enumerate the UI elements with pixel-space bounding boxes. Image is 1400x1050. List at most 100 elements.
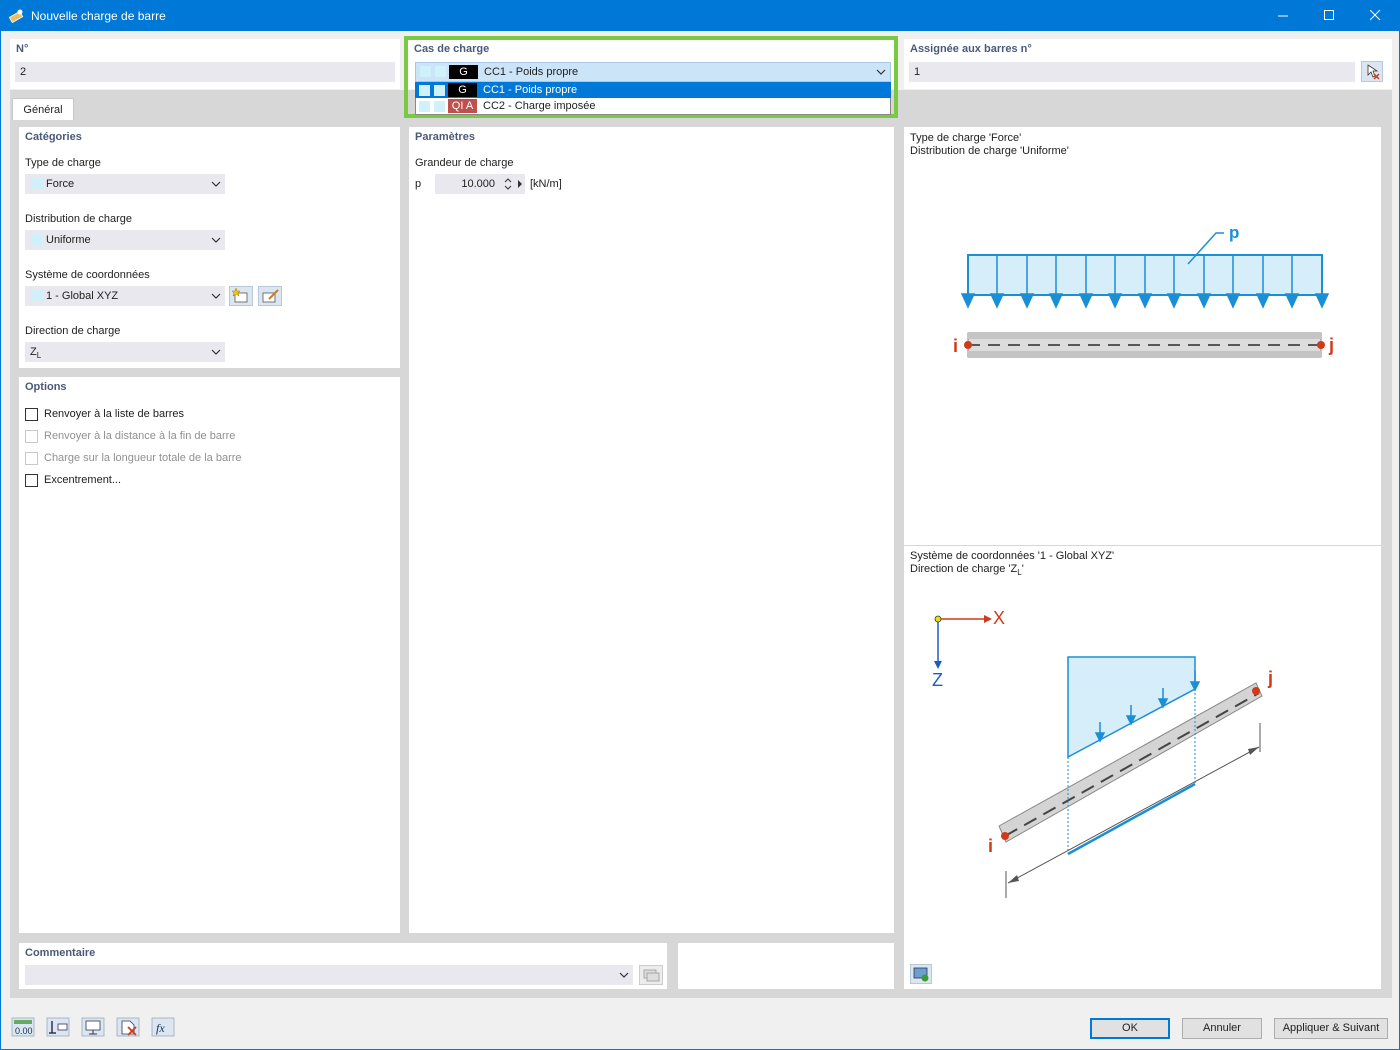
comment-library-button[interactable] (639, 965, 663, 985)
comment-label: Commentaire (25, 947, 96, 959)
svg-text:fx: fx (156, 1021, 165, 1035)
load-type-swatch (31, 178, 43, 190)
units-button[interactable]: 0.00 (11, 1017, 35, 1037)
option-badge: G (448, 83, 477, 97)
option-swatch (434, 85, 445, 96)
load-case-option-cc2[interactable]: QI A CC2 - Charge imposée (415, 98, 891, 114)
title-bar: Nouvelle charge de barre (1, 0, 1399, 31)
edit-coord-system-button[interactable] (258, 286, 282, 306)
load-value: 10.000 (461, 178, 495, 190)
ok-button[interactable]: OK (1090, 1018, 1170, 1039)
direction-label: Direction de charge (25, 325, 121, 337)
option-swatch (434, 101, 445, 112)
preview-load-panel: Type de charge 'Force' Distribution de c… (904, 127, 1381, 545)
delete-button[interactable] (116, 1017, 140, 1037)
model-data-button[interactable] (46, 1017, 70, 1037)
node-j-label: j (1329, 335, 1335, 355)
node-i-label-3d: i (988, 836, 994, 856)
chevron-down-icon (619, 972, 629, 978)
dialog-window: Nouvelle charge de barre N° 2 Cas de cha… (1, 0, 1399, 1049)
cancel-button[interactable]: Annuler (1182, 1018, 1262, 1039)
coord-system-select[interactable]: 1 - Global XYZ (25, 286, 225, 306)
minimize-icon (1277, 15, 1288, 17)
load-case-value: CC1 - Poids propre (484, 66, 579, 78)
pick-members-button[interactable] (1361, 61, 1383, 82)
z-axis-label: Z (932, 670, 943, 690)
load-unit: [kN/m] (530, 178, 562, 190)
p-label: p (1229, 223, 1240, 242)
svg-text:0.00: 0.00 (15, 1026, 33, 1036)
direction-value-sub: L (36, 351, 42, 361)
empty-panel (678, 943, 894, 989)
assigned-panel: Assignée aux barres n° 1 (904, 39, 1392, 89)
view-icon (81, 1017, 105, 1037)
chevron-down-icon (211, 349, 221, 355)
parameters-panel: Paramètres Grandeur de charge p 10.000 [… (409, 127, 894, 933)
spinner-icon[interactable] (504, 177, 512, 191)
distribution-value: Uniforme (46, 234, 91, 246)
option-swatch (419, 101, 430, 112)
preview-settings-icon (913, 967, 929, 982)
formula-button[interactable]: fx (151, 1017, 175, 1037)
chevron-down-icon (211, 237, 221, 243)
number-label: N° (16, 43, 29, 55)
return-to-end-distance-checkbox[interactable] (25, 430, 38, 443)
new-coord-system-button[interactable] (229, 286, 253, 306)
chevron-down-icon (876, 69, 886, 75)
close-button[interactable] (1352, 0, 1398, 31)
option-label: CC1 - Poids propre (483, 84, 578, 96)
maximize-icon (1323, 10, 1334, 20)
preview-coord-panel: Système de coordonnées '1 - Global XYZ' … (904, 546, 1381, 989)
distribution-label: Distribution de charge (25, 213, 133, 225)
eccentricity-checkbox[interactable] (25, 474, 38, 487)
load-case-option-cc1[interactable]: G CC1 - Poids propre (415, 82, 891, 98)
chevron-down-icon (211, 293, 221, 299)
direction-select[interactable]: ZL (25, 342, 225, 362)
comment-input[interactable] (25, 965, 633, 985)
node-j-label-3d: j (1268, 668, 1274, 688)
coord-system-label: Système de coordonnées (25, 269, 150, 281)
formula-icon: fx (151, 1017, 175, 1037)
options-title: Options (25, 381, 67, 393)
apply-next-button[interactable]: Appliquer & Suivant (1274, 1018, 1388, 1039)
coordinate-system-diagram (934, 615, 1263, 898)
return-to-end-distance-label: Renvoyer à la distance à la fin de barre (44, 430, 236, 442)
assigned-label: Assignée aux barres n° (910, 43, 1032, 55)
x-axis-label: X (993, 608, 1006, 628)
close-icon (1369, 10, 1380, 21)
direction-value: ZL (30, 342, 41, 366)
full-length-label: Charge sur la longueur totale de la barr… (44, 452, 242, 464)
option-label: CC2 - Charge imposée (483, 100, 596, 112)
number-field[interactable]: 2 (15, 62, 395, 82)
load-type-label: Type de charge (25, 157, 101, 169)
load-case-swatch-2 (435, 66, 446, 77)
delete-icon (116, 1017, 140, 1037)
distribution-swatch (31, 234, 43, 246)
assigned-members-field[interactable]: 1 (909, 62, 1355, 82)
full-length-checkbox[interactable] (25, 452, 38, 465)
load-type-select[interactable]: Force (25, 174, 225, 194)
load-case-select[interactable]: G CC1 - Poids propre (415, 62, 891, 82)
categories-title: Catégories (25, 131, 82, 143)
tab-general[interactable]: Général (12, 98, 74, 120)
edit-coord-system-icon (262, 289, 279, 303)
return-to-members-checkbox[interactable] (25, 408, 38, 421)
preview-options-button[interactable] (910, 964, 932, 984)
model-icon (46, 1017, 70, 1037)
distribution-select[interactable]: Uniforme (25, 230, 225, 250)
pick-cursor-icon (1367, 64, 1380, 80)
load-magnitude-label: Grandeur de charge (415, 157, 514, 169)
units-icon: 0.00 (11, 1017, 35, 1037)
node-i-label: i (953, 336, 959, 356)
load-type-value: Force (46, 178, 75, 190)
minimize-button[interactable] (1260, 0, 1306, 31)
comment-panel: Commentaire (19, 943, 667, 989)
eccentricity-label: Excentrement... (44, 474, 122, 486)
expand-right-icon[interactable] (517, 180, 523, 188)
load-value-field[interactable]: 10.000 (435, 174, 525, 194)
option-badge: QI A (448, 99, 477, 113)
return-to-members-label: Renvoyer à la liste de barres (44, 408, 185, 420)
view-button[interactable] (81, 1017, 105, 1037)
maximize-button[interactable] (1306, 0, 1352, 31)
load-case-swatch-1 (420, 66, 431, 77)
